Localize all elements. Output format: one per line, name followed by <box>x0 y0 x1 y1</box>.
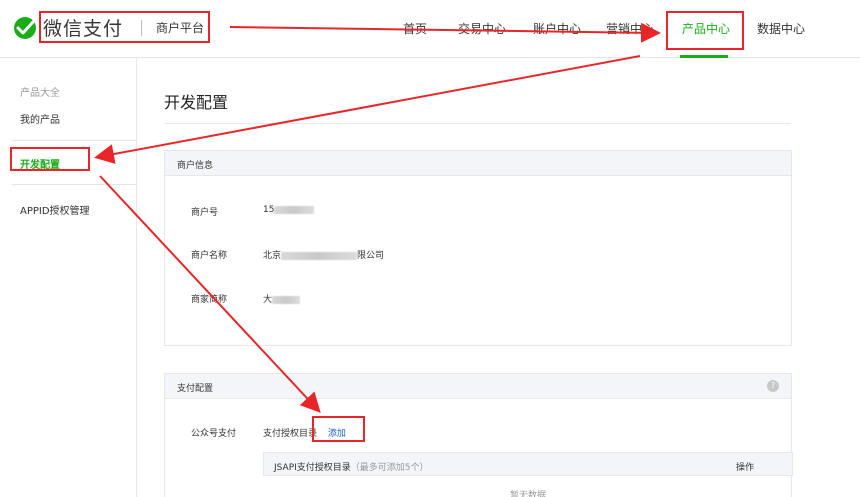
pay-config-title: 支付配置 <box>177 384 214 394</box>
annotation-box-dev-config <box>10 147 90 171</box>
nav-transactions[interactable]: 交易中心 <box>458 20 506 37</box>
nav-data[interactable]: 数据中心 <box>757 20 805 37</box>
annotation-box-add <box>312 416 365 442</box>
merchant-id-text: 15 <box>263 205 275 215</box>
jsapi-pay-label: 公众号支付 <box>191 429 237 439</box>
merchant-name-value: 北京 限公司 <box>263 248 384 261</box>
merchant-info-panel: 商户信息 商户号 15 商户名称 北京 限公司 商家简称 大 <box>164 150 792 346</box>
annotation-box-brand <box>39 11 210 43</box>
auth-dir-table-head: JSAPI支付授权目录（最多可添加5个） 操作 <box>263 452 793 476</box>
pay-config-heading: 支付配置 ? <box>165 374 791 399</box>
nav-home[interactable]: 首页 <box>403 20 427 37</box>
annotation-box-product-center <box>666 11 744 50</box>
table-col-action: 操作 <box>735 463 754 473</box>
merchant-id-label: 商户号 <box>191 208 219 218</box>
merchant-name-prefix: 北京 <box>263 251 282 261</box>
nav-account[interactable]: 账户中心 <box>533 20 581 37</box>
auth-dir-label: 支付授权目录 <box>263 429 318 439</box>
merchant-name-suffix: 限公司 <box>357 251 385 261</box>
merchant-name-label: 商户名称 <box>191 251 228 261</box>
auth-dir-table: JSAPI支付授权目录（最多可添加5个） 操作 暂无数据 <box>263 452 793 497</box>
help-icon[interactable]: ? <box>767 380 779 392</box>
pay-config-panel: 支付配置 ? 公众号支付 支付授权目录 添加 JSAPI支付授权目录（最多可添加… <box>164 373 793 497</box>
redacted-block <box>281 251 358 260</box>
merchant-info-heading: 商户信息 <box>165 151 791 176</box>
redacted-block <box>272 295 301 304</box>
sidebar-divider <box>12 184 136 185</box>
sidebar: 产品大全 我的产品 开发配置 APPID授权管理 <box>0 58 137 497</box>
sidebar-divider <box>12 140 136 141</box>
table-empty-state: 暂无数据 <box>509 491 546 497</box>
table-col-hint: （最多可添加5个） <box>350 463 429 473</box>
merchant-short-name-text: 大 <box>263 295 273 305</box>
sidebar-category: 产品大全 <box>20 88 60 99</box>
page-title: 开发配置 <box>164 93 229 112</box>
table-col-dir: JSAPI支付授权目录 <box>274 463 351 473</box>
merchant-id-value: 15 <box>263 205 315 215</box>
merchant-short-name-value: 大 <box>263 292 301 305</box>
page-root: 微信支付 商户平台 首页 交易中心 账户中心 营销中心 产品中心 数据中心 产品… <box>0 0 860 497</box>
sidebar-item-my-products[interactable]: 我的产品 <box>20 111 60 126</box>
sidebar-item-appid-auth[interactable]: APPID授权管理 <box>20 202 90 217</box>
active-nav-indicator <box>680 55 728 58</box>
merchant-short-name-label: 商家简称 <box>191 295 228 305</box>
title-divider <box>164 123 791 124</box>
nav-marketing[interactable]: 营销中心 <box>606 20 654 37</box>
redacted-block <box>274 205 315 214</box>
